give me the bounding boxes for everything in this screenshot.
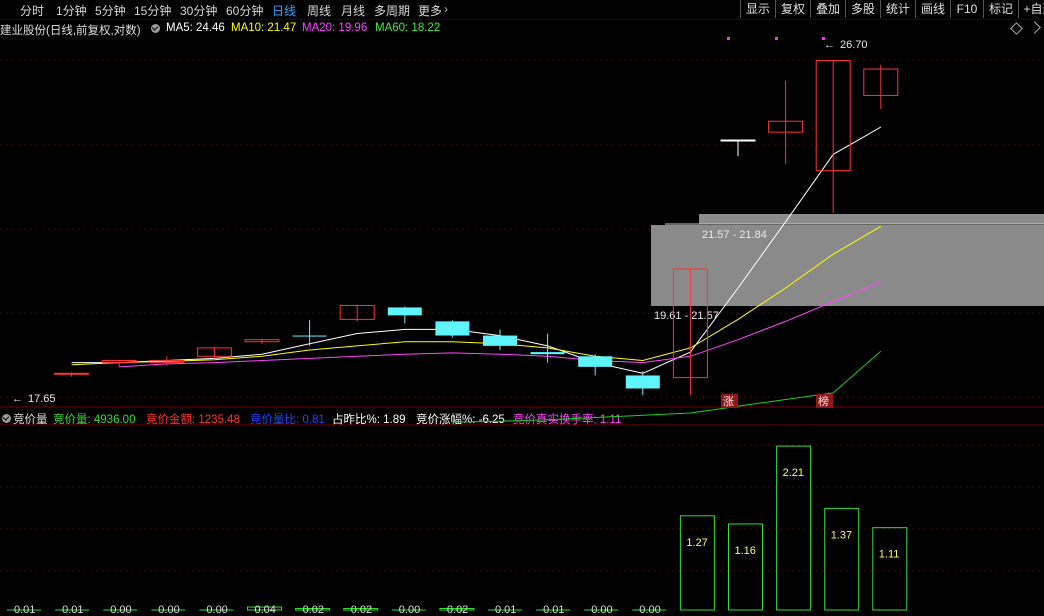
signal-bang-label: 榜	[818, 394, 829, 408]
volume-label: 0.01	[14, 604, 35, 616]
volume-label: 0.02	[447, 604, 468, 616]
candle-body	[387, 307, 422, 316]
signal-zhang-label: 涨	[723, 395, 734, 408]
low-price-marker: 17.65	[28, 393, 56, 405]
candle-body	[54, 372, 90, 375]
candle-body	[625, 375, 660, 389]
high-price-marker: 26.70	[840, 39, 868, 51]
volume-label: 0.02	[303, 604, 324, 616]
kline-chart[interactable]: 21.57 - 21.84 19.61 - 21.57 0.01 0.01 0.00…	[0, 0, 1044, 616]
signal-dot	[775, 37, 778, 40]
volume-label: 0.00	[110, 604, 131, 616]
volume-label: 0.02	[351, 604, 372, 616]
volume-bar	[824, 507, 860, 611]
volume-label: 0.00	[206, 604, 227, 616]
volume-label: 0.04	[255, 604, 276, 616]
signal-dot	[727, 37, 730, 40]
volume-label: 0.00	[158, 604, 179, 616]
candle-body	[435, 321, 470, 336]
ma60-line	[452, 350, 882, 423]
volume-label: 0.00	[591, 604, 612, 616]
zone-upper-label: 21.57 - 21.84	[702, 229, 767, 241]
volume-label: 1.16	[735, 545, 756, 557]
candle-body	[720, 139, 756, 142]
candle-body	[483, 335, 517, 346]
volume-label: 0.01	[495, 604, 516, 616]
volume-label: 0.00	[399, 604, 420, 616]
candle-body	[578, 356, 613, 367]
candle-body	[530, 352, 565, 355]
volume-label: 0.01	[543, 604, 564, 616]
volume-label: 0.01	[62, 604, 83, 616]
volume-label: 1.11	[879, 549, 900, 561]
low-arrow-icon: ←	[12, 393, 23, 405]
volume-label: 1.37	[831, 529, 852, 541]
volume-label: 0.00	[639, 604, 660, 616]
candle-body	[292, 335, 327, 337]
zone-lower-label: 19.61 - 21.57	[654, 310, 719, 322]
chip-zone-upper	[699, 214, 1044, 224]
volume-bar	[872, 527, 908, 611]
volume-bar	[679, 515, 715, 611]
volume-label: 1.27	[686, 537, 707, 549]
volume-bar	[728, 523, 763, 611]
volume-label: 2.21	[783, 467, 804, 479]
high-arrow-icon: ←	[824, 39, 835, 51]
